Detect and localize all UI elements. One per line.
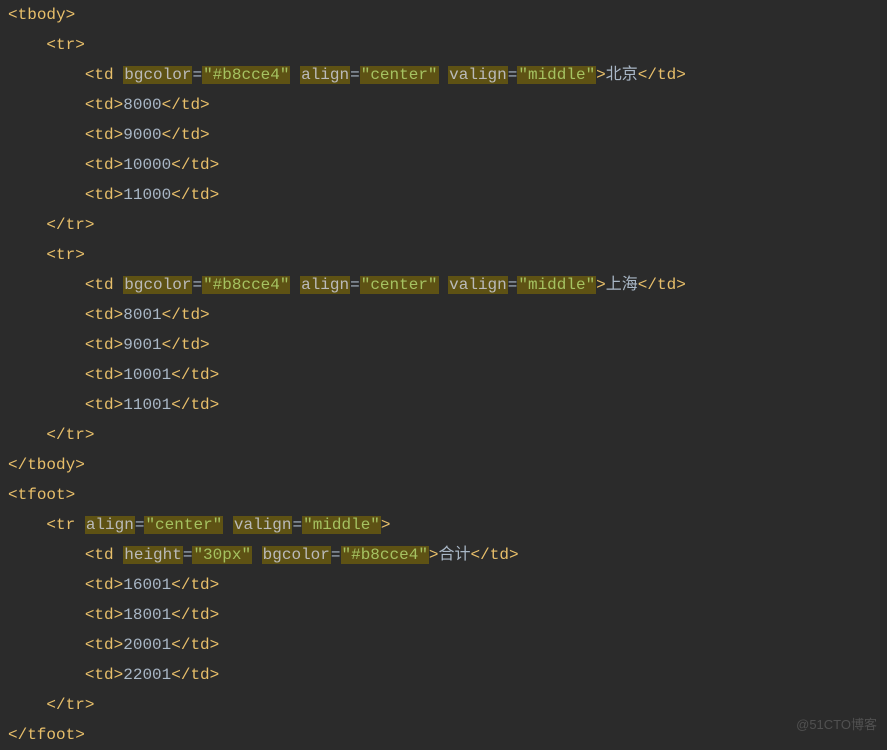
code-line: </tfoot>: [8, 720, 879, 750]
text-val: 8000: [123, 96, 161, 114]
attr-valign: valign: [448, 66, 508, 84]
code-line: <td>10001</td>: [8, 360, 879, 390]
code-line: <tr>: [8, 240, 879, 270]
code-line: </tr>: [8, 210, 879, 240]
attr-bgcolor: bgcolor: [123, 66, 192, 84]
code-line: </tr>: [8, 420, 879, 450]
val-center: "center": [360, 66, 439, 84]
code-line: <td>11000</td>: [8, 180, 879, 210]
tag-tbody: tbody: [18, 6, 66, 24]
attr-align: align: [300, 66, 350, 84]
code-line: <td>10000</td>: [8, 150, 879, 180]
text-val: 10001: [123, 366, 171, 384]
code-line: <td>18001</td>: [8, 600, 879, 630]
attr-height: height: [123, 546, 183, 564]
code-line: <td bgcolor="#b8cce4" align="center" val…: [8, 60, 879, 90]
text-val: 8001: [123, 306, 161, 324]
text-total: 合计: [439, 546, 471, 564]
code-line: </tr>: [8, 690, 879, 720]
code-line: <td>9001</td>: [8, 330, 879, 360]
code-line: <td bgcolor="#b8cce4" align="center" val…: [8, 270, 879, 300]
code-line: <td>11001</td>: [8, 390, 879, 420]
code-line: <td>8000</td>: [8, 90, 879, 120]
watermark-text: @51CTO博客: [796, 710, 877, 740]
text-shanghai: 上海: [606, 276, 638, 294]
text-val: 16001: [123, 576, 171, 594]
code-line: <td>8001</td>: [8, 300, 879, 330]
tag-td: td: [94, 66, 113, 84]
code-line: <td>16001</td>: [8, 570, 879, 600]
text-val: 11001: [123, 396, 171, 414]
code-line: <td>20001</td>: [8, 630, 879, 660]
text-beijing: 北京: [606, 66, 638, 84]
text-val: 11000: [123, 186, 171, 204]
val-height: "30px": [192, 546, 252, 564]
val-bgcolor: "#b8cce4": [202, 66, 290, 84]
val-middle: "middle": [517, 66, 596, 84]
tag-tr: tr: [56, 36, 75, 54]
code-line: <tr align="center" valign="middle">: [8, 510, 879, 540]
code-line: <td>9000</td>: [8, 120, 879, 150]
text-val: 10000: [123, 156, 171, 174]
text-val: 22001: [123, 666, 171, 684]
text-val: 18001: [123, 606, 171, 624]
text-val: 20001: [123, 636, 171, 654]
code-line: <td height="30px" bgcolor="#b8cce4">合计</…: [8, 540, 879, 570]
code-line: </tbody>: [8, 450, 879, 480]
text-val: 9001: [123, 336, 161, 354]
code-line: <td>22001</td>: [8, 660, 879, 690]
code-line: <tbody>: [8, 0, 879, 30]
code-line: <tr>: [8, 30, 879, 60]
tag-tfoot: tfoot: [18, 486, 66, 504]
code-block: <tbody> <tr> <td bgcolor="#b8cce4" align…: [0, 0, 887, 750]
text-val: 9000: [123, 126, 161, 144]
code-line: <tfoot>: [8, 480, 879, 510]
